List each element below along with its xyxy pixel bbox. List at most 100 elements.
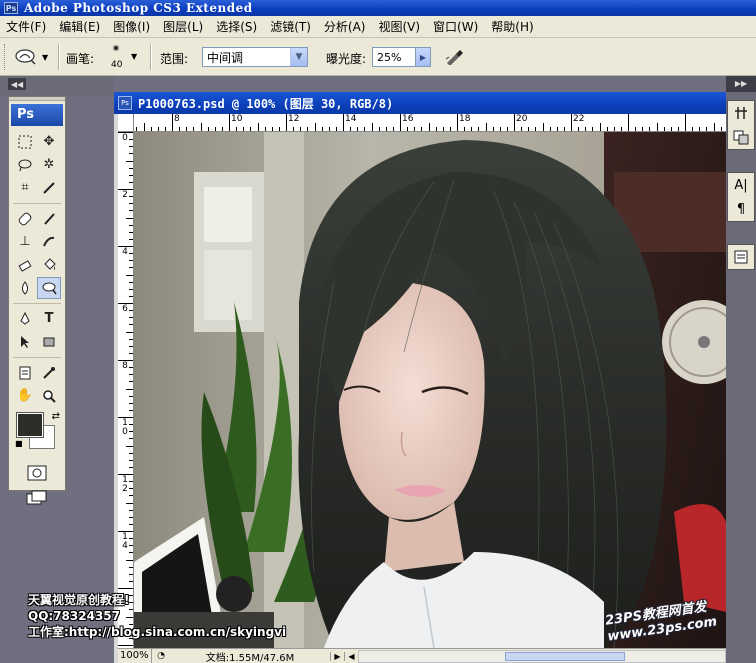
ruler-tick bbox=[129, 210, 133, 212]
toolbox-header[interactable] bbox=[9, 97, 65, 101]
pen-tool-icon[interactable] bbox=[13, 308, 37, 330]
menu-select[interactable]: 选择(S) bbox=[216, 18, 257, 35]
ruler-tick bbox=[129, 424, 133, 426]
ruler-tick bbox=[428, 123, 430, 131]
default-colors-icon[interactable]: ■ bbox=[15, 439, 23, 448]
ruler-tick bbox=[129, 367, 133, 369]
zoom-level[interactable]: 100% bbox=[118, 648, 152, 663]
ruler-tick bbox=[129, 523, 133, 525]
swap-colors-icon[interactable]: ⇄ bbox=[52, 411, 60, 422]
document-window: Ps P1000763.psd @ 100% (图层 30, RGB/8) 8 1… bbox=[114, 92, 726, 663]
menu-edit[interactable]: 编辑(E) bbox=[59, 18, 100, 35]
tool-preset-picker[interactable]: ▼ bbox=[14, 46, 56, 68]
horizontal-ruler[interactable]: 8 10 12 14 16 18 20 22 bbox=[134, 114, 726, 132]
paint-bucket-tool-icon[interactable] bbox=[37, 254, 61, 276]
ruler-tick bbox=[578, 127, 580, 131]
quick-mask-icon[interactable] bbox=[25, 462, 49, 484]
ruler-tick bbox=[535, 127, 537, 131]
menu-help[interactable]: 帮助(H) bbox=[491, 18, 533, 35]
ruler-label: 6 bbox=[122, 304, 128, 314]
status-bar: 100% ◔ 文档:1.55M/47.6M ▶ ◀ bbox=[118, 648, 726, 663]
ruler-tick bbox=[321, 127, 323, 131]
ruler-tick bbox=[129, 324, 133, 326]
photoshop-badge[interactable]: Ps bbox=[11, 104, 63, 126]
ruler-tick bbox=[528, 127, 530, 131]
options-bar-grip[interactable] bbox=[4, 44, 7, 70]
ruler-tick bbox=[236, 127, 238, 131]
chevron-down-icon[interactable]: ▼ bbox=[290, 48, 307, 66]
ruler-tick bbox=[186, 127, 188, 131]
lasso-tool-icon[interactable] bbox=[13, 154, 37, 176]
paragraph-palette-icon[interactable]: ¶ bbox=[728, 197, 754, 221]
chevron-down-icon: ▼ bbox=[42, 52, 49, 62]
ruler-tick bbox=[642, 127, 644, 131]
status-menu-arrow-icon[interactable]: ▶ bbox=[330, 651, 344, 661]
healing-brush-tool-icon[interactable] bbox=[13, 208, 37, 230]
status-info-icon[interactable]: ◔ bbox=[152, 651, 170, 661]
tool-presets-palette-icon[interactable] bbox=[728, 101, 754, 125]
app-title: Adobe Photoshop CS3 Extended bbox=[24, 1, 253, 15]
ruler-tick bbox=[271, 127, 273, 131]
history-brush-tool-icon[interactable] bbox=[37, 231, 61, 253]
crop-tool-icon[interactable]: ⌗ bbox=[13, 177, 37, 199]
exposure-slider-button[interactable]: ▶ bbox=[415, 47, 431, 67]
character-palette-icon[interactable]: A| bbox=[728, 173, 754, 197]
ruler-tick bbox=[364, 127, 366, 131]
slice-tool-icon[interactable] bbox=[37, 177, 61, 199]
clone-source-palette-icon[interactable] bbox=[728, 125, 754, 149]
foreground-color-swatch[interactable] bbox=[16, 412, 44, 438]
scrollbar-thumb[interactable] bbox=[505, 651, 626, 661]
brush-picker[interactable]: 40 ▼ bbox=[106, 42, 140, 72]
menu-view[interactable]: 视图(V) bbox=[378, 18, 420, 35]
type-tool-icon[interactable]: T bbox=[37, 308, 61, 330]
exposure-input[interactable]: 25% bbox=[372, 47, 416, 67]
burn-tool-icon[interactable] bbox=[37, 276, 61, 299]
ruler-tick bbox=[485, 123, 487, 131]
shape-tool-icon[interactable] bbox=[37, 331, 61, 353]
eyedropper-tool-icon[interactable] bbox=[37, 362, 61, 384]
menu-filter[interactable]: 滤镜(T) bbox=[270, 18, 311, 35]
blur-tool-icon[interactable] bbox=[13, 277, 37, 299]
ruler-tick bbox=[207, 127, 209, 131]
ruler-tick bbox=[129, 402, 133, 404]
ruler-tick bbox=[606, 127, 608, 131]
ruler-tick bbox=[129, 153, 133, 155]
ruler-tick bbox=[193, 127, 195, 131]
ruler-tick bbox=[129, 253, 133, 255]
scroll-left-icon[interactable]: ◀ bbox=[344, 651, 358, 661]
menu-layer[interactable]: 图层(L) bbox=[163, 18, 203, 35]
vertical-ruler[interactable]: 0 2 4 6 8 10 12 14 bbox=[118, 132, 134, 648]
eraser-tool-icon[interactable] bbox=[13, 254, 37, 276]
ruler-tick bbox=[371, 123, 373, 131]
marquee-tool-icon[interactable] bbox=[13, 131, 37, 153]
layer-comps-palette-icon[interactable] bbox=[728, 245, 754, 269]
ruler-tick bbox=[685, 114, 686, 131]
brush-tool-icon[interactable] bbox=[37, 208, 61, 230]
collapse-toolbox-icon[interactable]: ◀◀ bbox=[8, 78, 26, 90]
menu-analysis[interactable]: 分析(A) bbox=[324, 18, 366, 35]
document-title-bar[interactable]: Ps P1000763.psd @ 100% (图层 30, RGB/8) bbox=[114, 92, 726, 114]
path-selection-tool-icon[interactable] bbox=[13, 331, 37, 353]
screen-mode-icon[interactable] bbox=[25, 487, 49, 509]
ruler-tick bbox=[471, 127, 473, 131]
menu-window[interactable]: 窗口(W) bbox=[433, 18, 478, 35]
clone-stamp-tool-icon[interactable]: ⊥ bbox=[13, 231, 37, 253]
magic-wand-tool-icon[interactable]: ✲ bbox=[37, 154, 61, 176]
menu-file[interactable]: 文件(F) bbox=[6, 18, 46, 35]
horizontal-scrollbar[interactable] bbox=[358, 649, 726, 663]
expand-dock-icon[interactable]: ▶▶ bbox=[726, 76, 756, 92]
ruler-tick bbox=[126, 217, 133, 219]
range-select[interactable]: 中间调 ▼ bbox=[202, 47, 308, 67]
zoom-tool-icon[interactable] bbox=[37, 385, 61, 407]
menu-image[interactable]: 图像(I) bbox=[113, 18, 150, 35]
move-tool-icon[interactable]: ✥ bbox=[37, 131, 61, 153]
airbrush-toggle[interactable] bbox=[442, 46, 466, 68]
ruler-tick bbox=[129, 174, 133, 176]
hand-tool-icon[interactable]: ✋ bbox=[13, 385, 37, 407]
ruler-origin[interactable] bbox=[118, 114, 134, 132]
ruler-tick bbox=[129, 481, 133, 483]
palette-group-1 bbox=[727, 100, 755, 150]
image-canvas[interactable] bbox=[134, 132, 726, 648]
notes-tool-icon[interactable] bbox=[13, 362, 37, 384]
ruler-tick bbox=[435, 127, 437, 131]
